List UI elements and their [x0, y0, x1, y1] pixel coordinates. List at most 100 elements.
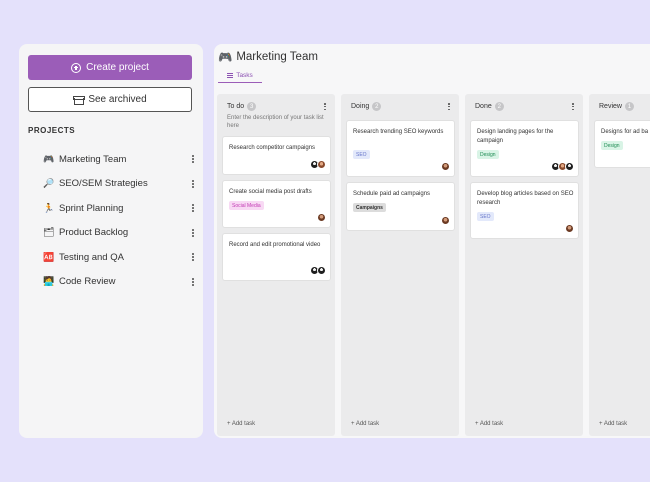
- sidebar-item-sprint-planning[interactable]: 🏃 Sprint Planning: [43, 196, 197, 221]
- task-title: Schedule paid ad campaigns: [353, 191, 431, 197]
- avatar: [565, 224, 574, 233]
- add-task-button[interactable]: + Add task: [227, 421, 255, 427]
- task-card[interactable]: Design landing pages for the campaign De…: [470, 120, 579, 177]
- board-area: 🎮 Marketing Team Tasks To do 3 Enter the…: [214, 44, 650, 438]
- projects-heading: PROJECTS: [28, 126, 76, 135]
- create-project-label: Create project: [86, 62, 149, 73]
- assignee-avatars: [310, 160, 326, 169]
- task-title: Record and edit promotional video: [229, 242, 321, 248]
- more-options-icon[interactable]: [189, 277, 197, 286]
- column-doing: Doing 2 Research trending SEO keywords S…: [341, 94, 459, 436]
- task-card[interactable]: Record and edit promotional video: [222, 233, 331, 281]
- more-options-icon[interactable]: [189, 155, 197, 164]
- avatar: [441, 162, 450, 171]
- column-header: To do 3: [227, 102, 257, 111]
- tag-social-media: Social Media: [229, 201, 264, 210]
- sidebar-item-marketing-team[interactable]: 🎮 Marketing Team: [43, 147, 197, 172]
- task-card[interactable]: Develop blog articles based on SEO resea…: [470, 182, 579, 239]
- task-title: Design landing pages for the campaign: [477, 129, 554, 144]
- task-card[interactable]: Create social media post drafts Social M…: [222, 180, 331, 228]
- column-done: Done 2 Design landing pages for the camp…: [465, 94, 583, 436]
- column-more-icon[interactable]: [321, 103, 329, 111]
- column-header: Doing 2: [351, 102, 382, 111]
- tag-design: Design: [601, 141, 623, 150]
- column-title: Review: [599, 103, 622, 110]
- column-header: Done 2: [475, 102, 504, 111]
- task-card[interactable]: Research competitor campaigns: [222, 136, 331, 175]
- gamepad-icon: 🎮: [218, 52, 233, 64]
- archive-icon: [73, 95, 86, 105]
- sidebar-item-label: Marketing Team: [59, 153, 127, 165]
- column-title: Doing: [351, 103, 370, 110]
- assignee-avatars: [310, 266, 326, 275]
- add-task-button[interactable]: + Add task: [475, 421, 503, 427]
- more-options-icon[interactable]: [189, 179, 197, 188]
- sidebar-item-label: Code Review: [59, 276, 116, 288]
- assignee-avatars: [565, 224, 574, 233]
- runner-icon: 🏃: [43, 202, 55, 213]
- magnifier-icon: 🔎: [43, 178, 55, 189]
- sidebar-item-seo-sem-strategies[interactable]: 🔎 SEO/SEM Strategies: [43, 172, 197, 197]
- more-options-icon[interactable]: [189, 253, 197, 262]
- add-task-button[interactable]: + Add task: [599, 421, 627, 427]
- task-title: Designs for ad ba: [601, 129, 649, 135]
- create-project-button[interactable]: Create project: [28, 55, 192, 80]
- count-badge: 3: [247, 102, 257, 111]
- column-header: Review 1: [599, 102, 634, 111]
- technologist-icon: 🧑‍💻: [43, 276, 55, 287]
- avatar: [565, 162, 574, 171]
- more-options-icon[interactable]: [189, 228, 197, 237]
- column-to-do: To do 3 Enter the description of your ta…: [217, 94, 335, 436]
- column-title: To do: [227, 103, 245, 110]
- add-task-button[interactable]: + Add task: [351, 421, 379, 427]
- avatar: [317, 160, 326, 169]
- count-badge: 2: [494, 102, 504, 111]
- count-badge: 2: [372, 102, 382, 111]
- column-title: Done: [475, 103, 492, 110]
- task-card[interactable]: Designs for ad ba Design: [594, 120, 650, 168]
- app-frame: Create project See archived PROJECTS 🎮 M…: [0, 0, 650, 482]
- avatar: [441, 216, 450, 225]
- see-archived-button[interactable]: See archived: [28, 87, 192, 112]
- assignee-avatars: [317, 213, 326, 222]
- avatar: [317, 266, 326, 275]
- see-archived-label: See archived: [88, 94, 147, 105]
- count-badge: 1: [624, 102, 634, 111]
- page-title-text: Marketing Team: [236, 51, 318, 63]
- gamepad-icon: 🎮: [43, 153, 55, 164]
- sidebar-item-label: SEO/SEM Strategies: [59, 178, 148, 190]
- sidebar: Create project See archived PROJECTS 🎮 M…: [19, 44, 203, 438]
- task-card[interactable]: Schedule paid ad campaigns Campaigns: [346, 182, 455, 231]
- page-title: 🎮 Marketing Team: [218, 50, 318, 64]
- more-options-icon[interactable]: [189, 204, 197, 213]
- tag-seo: SEO: [353, 150, 370, 159]
- column-description[interactable]: Enter the description of your task list …: [227, 114, 327, 131]
- sidebar-item-product-backlog[interactable]: 🗂 Product Backlog: [43, 221, 197, 246]
- tag-campaigns: Campaigns: [353, 203, 386, 212]
- sidebar-item-label: Sprint Planning: [59, 202, 124, 214]
- sidebar-item-testing-and-qa[interactable]: 🆎 Testing and QA: [43, 245, 197, 270]
- assignee-avatars: [551, 162, 574, 171]
- column-more-icon[interactable]: [569, 103, 577, 111]
- column-review: Review 1 Designs for ad ba Design + Add …: [589, 94, 650, 436]
- task-title: Create social media post drafts: [229, 189, 312, 195]
- sidebar-item-code-review[interactable]: 🧑‍💻 Code Review: [43, 270, 197, 295]
- card-index-icon: 🗂: [43, 227, 55, 238]
- ab-button-icon: 🆎: [43, 251, 55, 262]
- tab-bar: Tasks: [214, 68, 650, 83]
- assignee-avatars: [441, 162, 450, 171]
- tag-seo: SEO: [477, 212, 494, 221]
- task-title: Develop blog articles based on SEO resea…: [477, 191, 574, 206]
- column-more-icon[interactable]: [445, 103, 453, 111]
- assignee-avatars: [441, 216, 450, 225]
- tag-design: Design: [477, 150, 499, 159]
- plus-circle-icon: [71, 62, 82, 73]
- project-list: 🎮 Marketing Team 🔎 SEO/SEM Strategies 🏃 …: [43, 147, 197, 294]
- task-card[interactable]: Research trending SEO keywords SEO: [346, 120, 455, 177]
- tab-tasks[interactable]: Tasks: [218, 68, 262, 83]
- tab-label: Tasks: [236, 71, 253, 79]
- task-title: Research trending SEO keywords: [353, 129, 444, 135]
- list-icon: [227, 72, 234, 78]
- sidebar-item-label: Product Backlog: [59, 227, 129, 239]
- sidebar-item-label: Testing and QA: [59, 251, 124, 263]
